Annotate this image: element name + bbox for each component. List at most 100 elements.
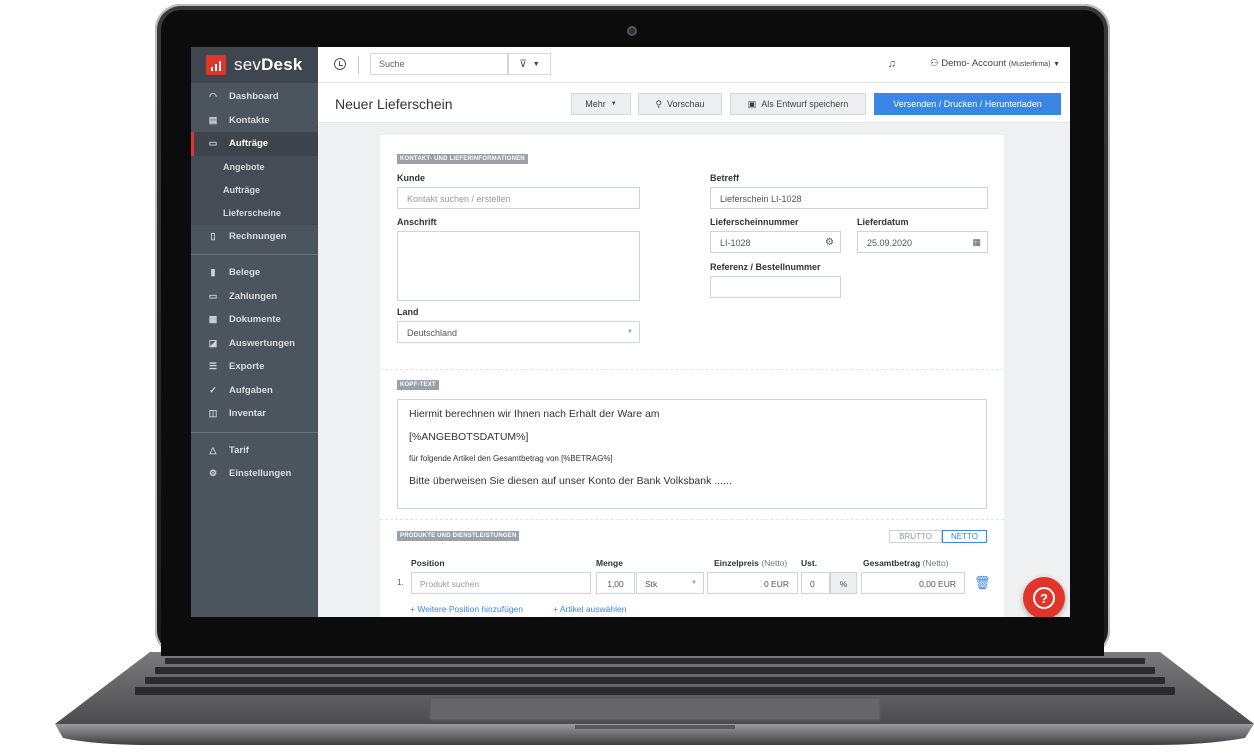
sidebar-item-belege[interactable]: ▮ Belege xyxy=(191,261,318,285)
column-header-tax: Ust. xyxy=(801,558,818,568)
customer-search-input[interactable]: Kontakt suchen / erstellen xyxy=(397,187,640,209)
app-screen: sevDesk ◠ Dashboard ▤ Kontakte ▭ Aufträge A… xyxy=(191,47,1070,617)
unit-select[interactable]: Stk ▼ xyxy=(636,572,704,594)
sidebar-item-einstellungen[interactable]: ⚙ Einstellungen xyxy=(191,462,318,486)
trash-icon[interactable]: 🗑 xyxy=(974,575,991,591)
total-input[interactable]: 0,00 EUR xyxy=(861,572,965,594)
sidebar-item-kontakte[interactable]: ▤ Kontakte xyxy=(191,109,318,133)
sidebar-item-rechnungen[interactable]: ▯ Rechnungen xyxy=(191,225,318,249)
box-icon: ◫ xyxy=(208,408,218,419)
date-input[interactable]: 25.09.2020 ▦ xyxy=(857,231,988,253)
dashboard-icon: ◠ xyxy=(209,91,217,102)
date-label: Lieferdatum xyxy=(857,217,909,227)
customer-label: Kunde xyxy=(397,173,425,183)
address-label: Anschrift xyxy=(397,217,437,227)
sidebar-item-dokumente[interactable]: ▦ Dokumente xyxy=(191,308,318,332)
search-icon: ⚲ xyxy=(655,98,663,109)
reference-label: Referenz / Bestellnummer xyxy=(710,262,821,272)
section-divider xyxy=(380,519,1004,520)
more-button[interactable]: Mehr ▼ xyxy=(571,93,631,115)
document-icon: ▯ xyxy=(210,230,216,241)
subject-label: Betreff xyxy=(710,173,740,183)
send-print-download-button[interactable]: Versenden / Drucken / Herunterladen xyxy=(874,93,1061,115)
netto-toggle[interactable]: NETTO xyxy=(942,530,987,543)
delivery-note-form: KONTAKT- UND LIEFERINFORMATIONEN Kunde K… xyxy=(380,135,1004,617)
save-icon: ▣ xyxy=(747,98,757,109)
product-search-input[interactable]: Produkt suchen xyxy=(411,572,591,594)
header-text-editor[interactable]: Hiermit berechnen wir Ihnen nach Erhalt … xyxy=(397,399,987,509)
sidebar-item-zahlungen[interactable]: ▭ Zahlungen xyxy=(191,285,318,309)
brand-logo-icon xyxy=(206,55,226,75)
header-text-line: Hiermit berechnen wir Ihnen nach Erhalt … xyxy=(409,408,660,420)
filter-dropdown[interactable]: ⊽ ▼ xyxy=(508,53,551,75)
preview-button[interactable]: ⚲ Vorschau xyxy=(638,93,722,115)
help-button[interactable]: ? xyxy=(1023,577,1065,617)
notification-bell-icon[interactable]: ♫ xyxy=(888,58,896,70)
sidebar-subitem-angebote[interactable]: Angebote xyxy=(191,155,318,179)
tax-unit-label: % xyxy=(830,572,857,594)
sidebar-item-auftraege[interactable]: ▭ Aufträge xyxy=(191,132,318,156)
sidebar-item-inventar[interactable]: ◫ Inventar xyxy=(191,402,318,426)
help-icon: ? xyxy=(1033,587,1055,609)
row-number: 1. xyxy=(397,578,404,587)
section-divider xyxy=(380,369,1004,370)
sidebar-item-aufgaben[interactable]: ✓ Aufgaben xyxy=(191,379,318,403)
sidebar-divider xyxy=(191,431,318,433)
sidebar-item-exporte[interactable]: ☰ Exporte xyxy=(191,355,318,379)
header-text-line: für folgende Artikel den Gesamtbetrag vo… xyxy=(409,454,613,463)
quantity-input[interactable]: 1,00 xyxy=(596,572,635,594)
card-icon: ▭ xyxy=(208,290,218,301)
number-input[interactable]: LI-1028 ⚙ xyxy=(710,231,841,253)
column-header-total: Gesamtbetrag (Netto) xyxy=(863,558,949,568)
search-input[interactable]: Suche xyxy=(370,53,508,75)
history-clock-icon[interactable] xyxy=(334,58,346,70)
header-text-line: Bitte überweisen Sie diesen auf unser Ko… xyxy=(409,475,732,487)
camera-icon xyxy=(627,26,637,36)
sidebar: sevDesk ◠ Dashboard ▤ Kontakte ▭ Aufträge A… xyxy=(191,47,318,617)
country-select[interactable]: Deutschland ▼ xyxy=(397,321,640,343)
caret-down-icon: ▼ xyxy=(610,101,617,107)
caret-down-icon: ▼ xyxy=(691,580,697,586)
brand[interactable]: sevDesk xyxy=(191,47,318,83)
header-text-line: [%ANGEBOTSDATUM%] xyxy=(409,431,529,443)
add-position-link[interactable]: + Weitere Position hinzufügen xyxy=(410,604,523,614)
calendar-icon[interactable]: ▦ xyxy=(972,237,981,248)
address-textarea[interactable] xyxy=(397,231,640,301)
save-draft-button[interactable]: ▣ Als Entwurf speichern xyxy=(730,93,866,115)
sidebar-item-auswertungen[interactable]: ◪ Auswertungen xyxy=(191,332,318,356)
gear-icon[interactable]: ⚙ xyxy=(825,237,834,248)
topbar: Suche ⊽ ▼ ♫ ⚇ Demo- Account (Musterfirma)… xyxy=(318,47,1070,83)
laptop-base xyxy=(55,646,1254,746)
select-article-link[interactable]: + Artikel auswählen xyxy=(553,604,626,614)
account-menu[interactable]: ⚇ Demo- Account (Musterfirma) ▼ xyxy=(930,58,1060,69)
subject-input[interactable]: Lieferschein LI-1028 xyxy=(710,187,988,209)
filter-icon: ⊽ xyxy=(519,58,527,70)
sidebar-subitem-lieferscheine[interactable]: Lieferscheine xyxy=(191,201,318,225)
gear-icon: ⚙ xyxy=(208,468,218,479)
export-icon: ☰ xyxy=(208,361,218,372)
brutto-toggle[interactable]: BRUTTO xyxy=(889,530,942,543)
caret-down-icon: ▼ xyxy=(1053,61,1060,68)
column-header-quantity: Menge xyxy=(596,558,623,568)
user-icon: ⚇ xyxy=(930,58,939,69)
sidebar-item-dashboard[interactable]: ◠ Dashboard xyxy=(191,85,318,109)
reference-input[interactable] xyxy=(710,276,841,298)
number-label: Lieferscheinnummer xyxy=(710,217,799,227)
tax-input[interactable]: 0 xyxy=(801,572,830,594)
section-tag-products: PRODUKTE UND DIENSTLEISTUNGEN xyxy=(397,531,520,541)
section-tag-header-text: KOPF-TEXT xyxy=(397,380,439,390)
calendar-icon: ▦ xyxy=(208,314,218,325)
country-label: Land xyxy=(397,307,419,317)
section-tag-contact: KONTAKT- UND LIEFERINFORMATIONEN xyxy=(397,154,528,164)
sidebar-subitem-auftraege[interactable]: Aufträge xyxy=(191,178,318,202)
caret-down-icon: ▼ xyxy=(532,60,540,68)
contacts-icon: ▤ xyxy=(208,114,218,125)
unit-price-input[interactable]: 0 EUR xyxy=(707,572,798,594)
column-header-unit-price: Einzelpreis (Netto) xyxy=(714,558,788,568)
check-icon: ✓ xyxy=(209,384,217,395)
sidebar-item-tarif[interactable]: △ Tarif xyxy=(191,439,318,463)
caret-down-icon: ▼ xyxy=(627,329,633,335)
column-header-position: Position xyxy=(411,558,445,568)
brand-name: sevDesk xyxy=(234,55,303,74)
laptop-mockup: sevDesk ◠ Dashboard ▤ Kontakte ▭ Aufträge A… xyxy=(0,0,1254,753)
